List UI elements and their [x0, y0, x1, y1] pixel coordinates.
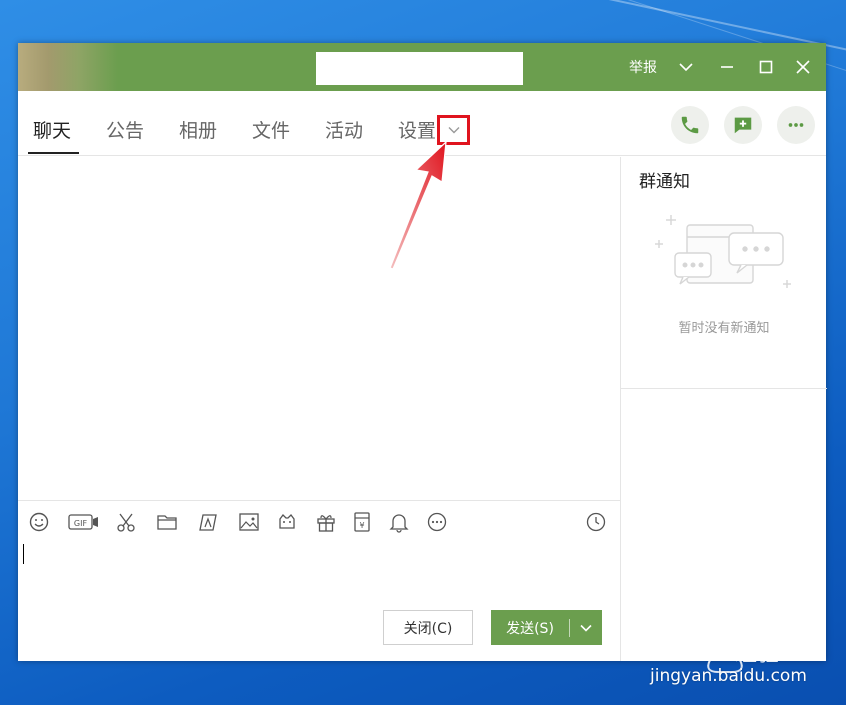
svg-text:GIF: GIF: [74, 519, 88, 528]
image-icon[interactable]: [236, 510, 262, 534]
send-options-button[interactable]: [570, 621, 602, 635]
bell-icon[interactable]: [386, 510, 412, 534]
message-input-area[interactable]: GIF ¥ 关闭(C) 发送(S): [18, 500, 620, 661]
watermark-brand: Baidu: [656, 628, 746, 661]
more-icon: [788, 123, 804, 127]
send-button-label: 发送(S): [506, 620, 554, 637]
scissors-icon[interactable]: [113, 510, 139, 534]
svg-text:¥: ¥: [359, 521, 364, 530]
group-avatar[interactable]: [18, 43, 118, 91]
tab-chat[interactable]: 聊天: [33, 116, 71, 143]
watermark-url: jingyan.baidu.com: [650, 666, 807, 686]
minimize-icon[interactable]: [715, 55, 739, 79]
active-tab-indicator: [28, 152, 79, 154]
history-clock-icon[interactable]: [583, 510, 609, 534]
report-link[interactable]: 举报: [629, 57, 657, 77]
tab-announcement[interactable]: 公告: [106, 116, 144, 143]
group-chat-window: 举报 聊天 公告 相册 文件 活动 设置 群通知 暂时没有新通知 GIF ¥ 关…: [18, 43, 827, 661]
close-icon[interactable]: [791, 55, 815, 79]
red-arrow-annotation: [389, 140, 447, 270]
notice-title: 群通知: [639, 172, 690, 192]
red-packet-icon[interactable]: ¥: [349, 510, 375, 534]
folder-icon[interactable]: [154, 510, 180, 534]
chevron-down-icon: [448, 127, 459, 134]
add-chat-icon: [734, 117, 752, 134]
more-options-button[interactable]: [777, 106, 815, 144]
tab-files[interactable]: 文件: [252, 116, 290, 143]
group-name-field: [316, 52, 523, 85]
title-bar[interactable]: 举报: [18, 43, 826, 91]
empty-notice-text: 暂时没有新通知: [678, 321, 770, 336]
new-chat-button[interactable]: [724, 106, 762, 144]
message-list[interactable]: [18, 157, 620, 500]
watermark-cn: 经验: [735, 642, 780, 667]
gif-icon[interactable]: GIF: [68, 510, 100, 534]
chevron-down-icon: [580, 624, 592, 632]
tab-settings[interactable]: 设置: [398, 116, 436, 143]
divider: [621, 388, 827, 389]
maximize-icon[interactable]: [754, 55, 778, 79]
chevron-down-icon[interactable]: [674, 55, 698, 79]
text-caret: [23, 544, 24, 564]
empty-notice-illustration: [655, 215, 791, 288]
sticker-icon[interactable]: [274, 510, 300, 534]
more-icon[interactable]: [424, 510, 450, 534]
doodle-icon[interactable]: [195, 510, 221, 534]
gift-icon[interactable]: [313, 510, 339, 534]
voice-call-button[interactable]: [671, 106, 709, 144]
close-button[interactable]: 关闭(C): [383, 610, 473, 645]
group-notice-panel: 群通知 暂时没有新通知: [620, 157, 827, 661]
send-button[interactable]: 发送(S): [491, 610, 602, 645]
tab-activity[interactable]: 活动: [325, 116, 363, 143]
emoji-icon[interactable]: [26, 510, 52, 534]
phone-icon: [681, 116, 699, 134]
tab-album[interactable]: 相册: [179, 116, 217, 143]
